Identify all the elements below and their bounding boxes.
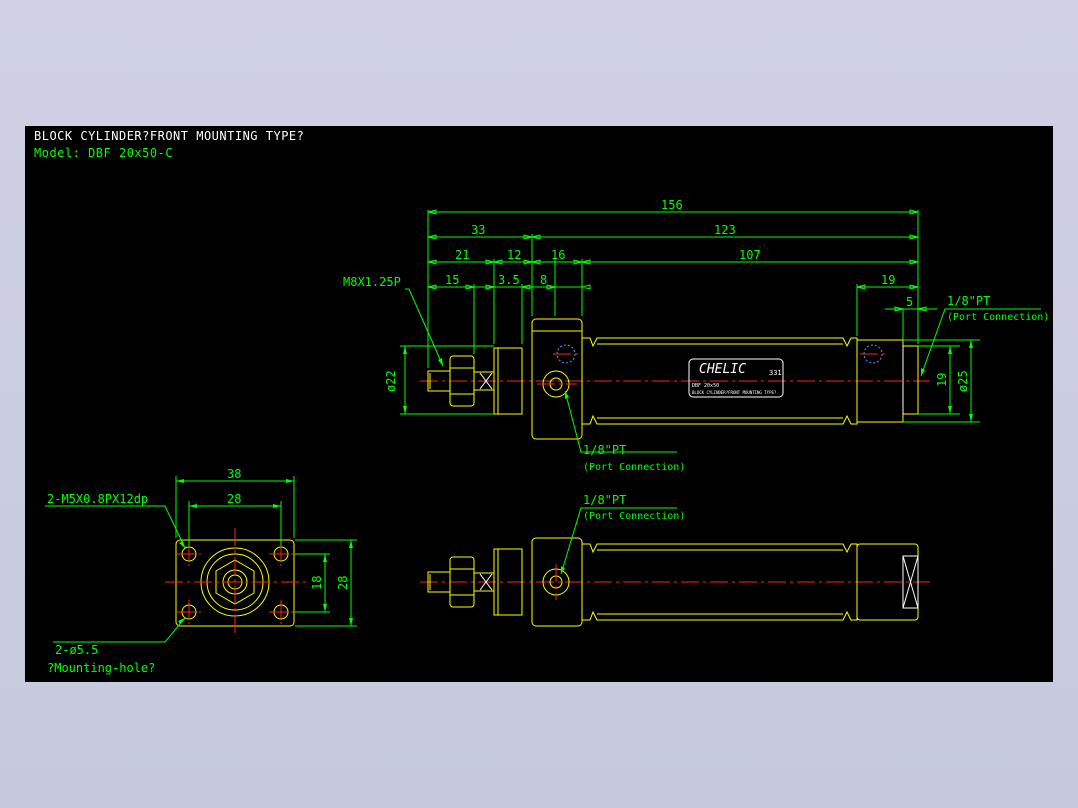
side-view: CHELIC 331 DBF 20x50 BLOCK CYLINDER?FRON… [343, 198, 1049, 473]
dim-33: 33 [471, 223, 485, 237]
mount-holes-sub: ?Mounting-hole? [47, 661, 155, 675]
dim-8: 8 [540, 273, 547, 287]
nameplate-line1: DBF 20x50 [692, 383, 719, 389]
dim-overall: 156 [661, 198, 683, 212]
dim-16: 16 [551, 248, 565, 262]
rear-port-label: 1/8"PT [947, 294, 990, 308]
front-port-label: 1/8"PT [583, 443, 626, 457]
nameplate-line2: BLOCK CYLINDER?FRONT MOUNTING TYPE? [692, 390, 777, 395]
dim-5: 5 [906, 295, 913, 309]
bottom-port-sub: (Port Connection) [583, 511, 685, 522]
dim-107: 107 [739, 248, 761, 262]
dim-dia22: ø22 [384, 370, 398, 392]
tapped-holes-callout: 2-M5X0.8PX12dp [47, 492, 148, 506]
brand-label: CHELIC [699, 362, 746, 377]
dim-height-28: 28 [336, 576, 350, 590]
drawing-svg: CHELIC 331 DBF 20x50 BLOCK CYLINDER?FRON… [45, 198, 1049, 675]
front-port-sub: (Port Connection) [583, 462, 685, 473]
dim-15: 15 [445, 273, 459, 287]
cad-drawing-canvas[interactable]: BLOCK CYLINDER?FRONT MOUNTING TYPE? Mode… [25, 126, 1053, 682]
front-block [531, 318, 583, 440]
mount-holes-callout: 2-ø5.5 [55, 643, 98, 657]
dim-21: 21 [455, 248, 469, 262]
dim-3-5: 3.5 [498, 273, 520, 287]
dim-pitch-18: 18 [310, 576, 324, 590]
end-view: 38 28 18 28 2-M5X0.8PX12dp 2-ø5.5 ?Mount… [45, 467, 357, 675]
dim-pitch-28: 28 [227, 492, 241, 506]
dim-19-rear: 19 [881, 273, 895, 287]
rear-port-sub: (Port Connection) [947, 312, 1049, 323]
dim-dia19: 19 [935, 373, 949, 387]
thread-callout: M8X1.25P [343, 275, 401, 289]
dim-12: 12 [507, 248, 521, 262]
dim-123: 123 [714, 223, 736, 237]
dim-dia25: ø25 [956, 370, 970, 392]
dim-width-38: 38 [227, 467, 241, 481]
bottom-view: 1/8"PT (Port Connection) [420, 493, 930, 627]
brand-code: 331 [769, 369, 782, 377]
bottom-port-label: 1/8"PT [583, 493, 626, 507]
